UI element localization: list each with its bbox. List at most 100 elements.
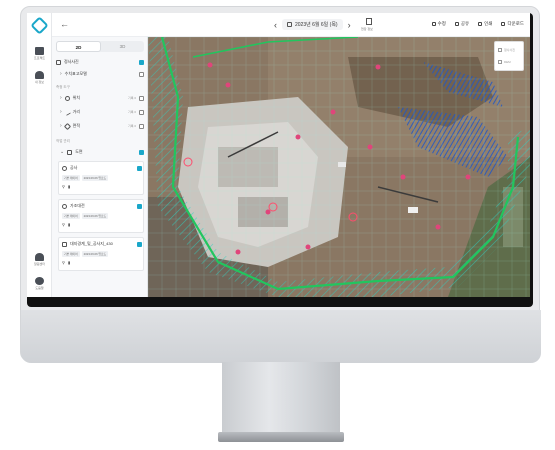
trash-icon[interactable]: ▮: [68, 260, 70, 265]
layer-option-ortho[interactable]: 정사사진: [498, 48, 515, 52]
layer-panel: 2D 3D 정사사진 › 수치표고모델 측정 도구 › 위치 기록 0 › 거리…: [52, 37, 148, 297]
card-title: 가조대전: [70, 203, 85, 208]
edit-button[interactable]: 수정: [431, 21, 446, 27]
card-actions: ⚲ ▮: [62, 260, 70, 265]
tab-3d[interactable]: 3D: [101, 41, 144, 52]
tool-row-location[interactable]: › 위치 기록 0: [60, 93, 144, 103]
layer-option-dem[interactable]: DEM: [498, 60, 511, 64]
drawing-icon: [67, 149, 73, 155]
tool-count: 기록 0: [127, 96, 136, 100]
document-icon: [62, 241, 67, 247]
tool-checkbox[interactable]: [139, 109, 144, 115]
group-checkbox[interactable]: [139, 149, 144, 155]
checkbox-icon: [498, 60, 502, 64]
tool-count: 기록 0: [127, 124, 136, 128]
tag: 기본 레이어: [62, 175, 80, 181]
tool-checkbox[interactable]: [139, 123, 144, 129]
current-date: 2023년 6월 6일 (목): [295, 22, 338, 28]
section-title: 측정 도구: [56, 85, 70, 89]
card-title: 공사: [70, 165, 78, 170]
card-tags: 기본 레이어 2023.06.06 업로드: [62, 251, 109, 257]
chevron-right-icon: ›: [60, 109, 62, 115]
rail-projects-button[interactable]: 프로젝트: [29, 47, 50, 60]
card-tags: 기본 레이어 2023.06.06 업로드: [62, 213, 109, 219]
chevron-right-icon: ›: [60, 95, 62, 101]
app-logo-icon[interactable]: [30, 16, 49, 35]
section-title: 작업 관리: [56, 139, 70, 143]
back-arrow-icon[interactable]: ←: [60, 19, 69, 29]
chevron-down-icon: ⌄: [60, 149, 65, 155]
user-icon[interactable]: ⚲: [62, 260, 65, 265]
tool-checkbox[interactable]: [139, 95, 144, 101]
pencil-icon: [431, 22, 436, 26]
group-row-drawings[interactable]: ⌄ 도면: [60, 147, 144, 157]
tool-label: 위치: [72, 95, 81, 100]
download-icon: [501, 22, 506, 26]
icon-rail: 프로젝트 내 정보 알림센터 도움말: [27, 13, 52, 297]
share-button[interactable]: 공유: [454, 21, 469, 27]
rail-label: 알림센터: [33, 262, 46, 266]
tag: 기본 레이어: [62, 213, 80, 219]
tag: 2023.06.06 업로드: [81, 213, 109, 219]
drawing-card[interactable]: 공사 기본 레이어 2023.06.06 업로드 ⚲ ▮: [58, 161, 144, 195]
card-header: 가조대전: [62, 203, 142, 209]
pin-icon: [64, 95, 70, 101]
next-date-icon[interactable]: ›: [348, 20, 351, 30]
help-icon: [35, 277, 44, 285]
print-button[interactable]: 인쇄: [478, 21, 492, 27]
monitor-stand-foot: [218, 432, 344, 442]
tool-row-distance[interactable]: › 거리 기록 0: [60, 107, 144, 117]
app-screen: 프로젝트 내 정보 알림센터 도움말 ← ‹ 2023년 6월 6일 (목) ›…: [27, 13, 530, 297]
rail-notifications-button[interactable]: 알림센터: [29, 253, 50, 266]
card-header: 대지경계_및_공사지_430: [62, 241, 142, 247]
card-title: 대지경계_및_공사지_430: [70, 241, 113, 246]
orthophoto-image: [148, 37, 530, 297]
share-icon: [454, 22, 459, 26]
calendar-icon: [287, 22, 292, 27]
drawing-card[interactable]: 가조대전 기본 레이어 2023.06.06 업로드 ⚲ ▮: [58, 199, 144, 233]
top-bar: ← ‹ 2023년 6월 6일 (목) › 현장 정보 수정 공유 인쇄 다운로…: [52, 13, 530, 37]
monitor-stand: [222, 362, 340, 434]
ortho-checkbox[interactable]: [139, 59, 144, 65]
trash-icon[interactable]: ▮: [68, 184, 70, 189]
view-mode-tabs: 2D 3D: [56, 41, 144, 52]
rail-label: 내 정보: [34, 80, 45, 84]
rail-profile-button[interactable]: 내 정보: [29, 71, 50, 84]
layer-row-ortho[interactable]: 정사사진: [56, 57, 144, 67]
document-label: 현장 정보: [361, 27, 373, 31]
monitor-chin: [21, 310, 541, 363]
polygon-icon: [63, 122, 71, 130]
tag: 2023.06.06 업로드: [81, 251, 109, 257]
prev-date-icon[interactable]: ‹: [274, 20, 277, 30]
folder-icon: [35, 47, 44, 55]
layer-row-dem[interactable]: › 수치표고모델: [60, 69, 144, 79]
card-checkbox[interactable]: [137, 241, 142, 247]
document-icon[interactable]: [366, 18, 372, 25]
card-actions: ⚲ ▮: [62, 184, 70, 189]
dem-checkbox[interactable]: [139, 71, 144, 77]
tag: 기본 레이어: [62, 251, 80, 257]
date-picker[interactable]: 2023년 6월 6일 (목): [282, 19, 343, 30]
download-button[interactable]: 다운로드: [501, 21, 524, 27]
checkbox-icon: [498, 48, 502, 52]
rail-label: 도움말: [35, 286, 44, 290]
drawing-icon: [62, 203, 67, 209]
user-icon[interactable]: ⚲: [62, 184, 65, 189]
aerial-map[interactable]: 정사사진 DEM: [148, 37, 530, 297]
layer-toggle-box: 정사사진 DEM: [494, 41, 524, 71]
tool-row-area[interactable]: › 면적 기록 0: [60, 121, 144, 131]
rail-help-button[interactable]: 도움말: [29, 277, 50, 290]
card-header: 공사: [62, 165, 142, 171]
bell-icon: [35, 253, 44, 261]
tag: 2023.06.06 업로드: [81, 175, 109, 181]
user-icon[interactable]: ⚲: [62, 222, 65, 227]
chevron-right-icon: ›: [60, 71, 62, 77]
layer-label: 정사사진: [64, 59, 79, 64]
drawing-card[interactable]: 대지경계_및_공사지_430 기본 레이어 2023.06.06 업로드 ⚲ ▮: [58, 237, 144, 271]
trash-icon[interactable]: ▮: [68, 222, 70, 227]
card-checkbox[interactable]: [137, 203, 142, 209]
layer-option-label: 정사사진: [504, 48, 516, 52]
tab-2d[interactable]: 2D: [56, 41, 101, 52]
group-label: 도면: [75, 149, 83, 154]
card-checkbox[interactable]: [137, 165, 142, 171]
